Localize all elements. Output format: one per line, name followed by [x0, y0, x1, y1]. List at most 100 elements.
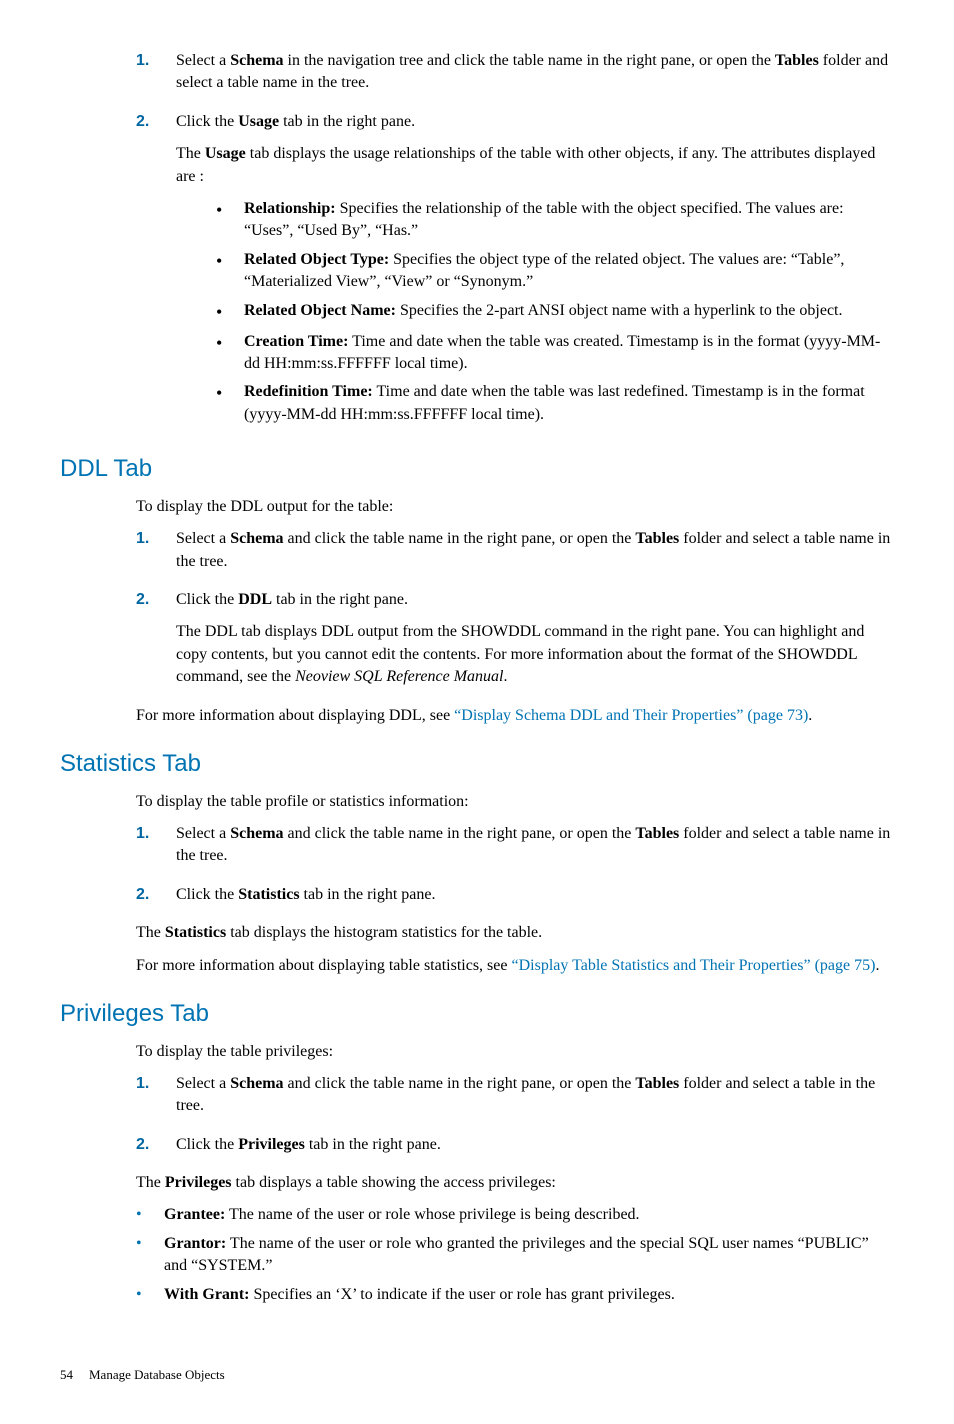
attr-label: Grantor: [164, 1235, 226, 1252]
text: and click the table name in the right pa… [284, 825, 636, 842]
stats-more-info: For more information about displaying ta… [136, 955, 894, 977]
step-number: 2. [136, 884, 176, 916]
step-2: 2. Click the Usage tab in the right pane… [136, 111, 894, 432]
text: The DDL tab displays DDL output from the… [176, 623, 864, 685]
list-item: • Grantee: The name of the user or role … [136, 1204, 894, 1226]
step-1: 1. Select a Schema and click the table n… [136, 528, 894, 583]
list-item: • With Grant: Specifies an ‘X’ to indica… [136, 1284, 894, 1306]
step-2: 2. Click the DDL tab in the right pane. … [136, 589, 894, 699]
text: For more information about displaying ta… [136, 957, 511, 974]
attr-text: The name of the user or role who granted… [164, 1235, 869, 1274]
attr-label: Grantee: [164, 1206, 225, 1223]
bullet-icon: • [216, 381, 244, 426]
ordered-list-stats: 1. Select a Schema and click the table n… [136, 823, 894, 916]
link-display-table-stats[interactable]: “Display Table Statistics and Their Prop… [511, 957, 875, 974]
step-body: Select a Schema in the navigation tree a… [176, 50, 894, 105]
ddl-intro: To display the DDL output for the table: [136, 496, 894, 518]
bold-tables: Tables [635, 825, 679, 842]
attr-label: Creation Time: [244, 333, 348, 350]
bold-tables: Tables [635, 1075, 679, 1092]
step-body: Select a Schema and click the table name… [176, 823, 894, 878]
heading-privileges-tab: Privileges Tab [60, 997, 894, 1031]
text: tab displays a table showing the access … [232, 1174, 556, 1191]
text: tab in the right pane. [272, 591, 408, 608]
attr-label: Related Object Name: [244, 302, 396, 319]
text: and click the table name in the right pa… [284, 1075, 636, 1092]
text: For more information about displaying DD… [136, 707, 454, 724]
text: Click the [176, 591, 238, 608]
bullet-icon: • [216, 300, 244, 325]
list-item: • Relationship: Specifies the relationsh… [216, 198, 894, 243]
bullet-icon: • [216, 331, 244, 376]
bold-usage: Usage [238, 113, 279, 130]
step-1: 1. Select a Schema and click the table n… [136, 823, 894, 878]
page-footer: 54 Manage Database Objects [60, 1366, 894, 1384]
link-display-schema-ddl[interactable]: “Display Schema DDL and Their Properties… [454, 707, 808, 724]
usage-attribute-list: • Relationship: Specifies the relationsh… [176, 198, 894, 426]
text: . [808, 707, 812, 724]
page-number: 54 [60, 1366, 73, 1384]
text: tab in the right pane. [305, 1136, 441, 1153]
step-number: 1. [136, 50, 176, 105]
list-item: • Redefinition Time: Time and date when … [216, 381, 894, 426]
document-page: 1. Select a Schema in the navigation tre… [0, 0, 954, 1424]
heading-ddl-tab: DDL Tab [60, 452, 894, 486]
step-2: 2. Click the Statistics tab in the right… [136, 884, 894, 916]
chapter-title: Manage Database Objects [89, 1366, 225, 1384]
text: and click the table name in the right pa… [284, 530, 636, 547]
text: Click the [176, 113, 238, 130]
bold-statistics: Statistics [165, 924, 226, 941]
ordered-list-priv: 1. Select a Schema and click the table n… [136, 1073, 894, 1166]
italic-manual: Neoview SQL Reference Manual [295, 668, 503, 685]
step-body: Select a Schema and click the table name… [176, 528, 894, 583]
attr-text: Specifies an ‘X’ to indicate if the user… [249, 1286, 674, 1303]
step-body: Click the Usage tab in the right pane. T… [176, 111, 894, 432]
attr-label: Relationship: [244, 200, 336, 217]
text: . [875, 957, 879, 974]
text: The [176, 145, 205, 162]
text: in the navigation tree and click the tab… [284, 52, 775, 69]
privileges-attribute-list: • Grantee: The name of the user or role … [136, 1204, 894, 1306]
bold-schema: Schema [230, 52, 283, 69]
bold-ddl: DDL [238, 591, 272, 608]
step-number: 1. [136, 823, 176, 878]
step-number: 2. [136, 589, 176, 699]
text: The [136, 1174, 165, 1191]
bullet-icon: • [216, 198, 244, 243]
step-1: 1. Select a Schema in the navigation tre… [136, 50, 894, 105]
attr-label: With Grant: [164, 1286, 249, 1303]
text: tab displays the usage relationships of … [176, 145, 875, 184]
step-body: Click the DDL tab in the right pane. The… [176, 589, 894, 699]
list-item: • Creation Time: Time and date when the … [216, 331, 894, 376]
step-body: Select a Schema and click the table name… [176, 1073, 894, 1128]
step-number: 2. [136, 1134, 176, 1166]
bold-tables: Tables [635, 530, 679, 547]
bullet-icon: • [136, 1284, 164, 1306]
text: tab in the right pane. [279, 113, 415, 130]
text: Click the [176, 886, 238, 903]
bullet-icon: • [136, 1204, 164, 1226]
bullet-icon: • [216, 249, 244, 294]
priv-desc: The Privileges tab displays a table show… [136, 1172, 894, 1194]
step-body: Click the Privileges tab in the right pa… [176, 1134, 894, 1166]
attr-text: Specifies the 2-part ANSI object name wi… [396, 302, 843, 319]
text: . [503, 668, 507, 685]
step-1: 1. Select a Schema and click the table n… [136, 1073, 894, 1128]
text: Select a [176, 825, 230, 842]
bold-privileges: Privileges [165, 1174, 232, 1191]
ordered-list-ddl: 1. Select a Schema and click the table n… [136, 528, 894, 698]
list-item: • Related Object Name: Specifies the 2-p… [216, 300, 894, 325]
list-item: • Related Object Type: Specifies the obj… [216, 249, 894, 294]
bold-tables: Tables [775, 52, 819, 69]
bold-schema: Schema [230, 1075, 283, 1092]
attr-text: The name of the user or role whose privi… [225, 1206, 639, 1223]
ordered-list-usage: 1. Select a Schema in the navigation tre… [136, 50, 894, 432]
step-number: 1. [136, 528, 176, 583]
text: tab displays the histogram statistics fo… [226, 924, 542, 941]
step-body: Click the Statistics tab in the right pa… [176, 884, 894, 916]
text: Select a [176, 1075, 230, 1092]
text: Select a [176, 530, 230, 547]
heading-statistics-tab: Statistics Tab [60, 747, 894, 781]
bold-privileges: Privileges [238, 1136, 305, 1153]
attr-label: Related Object Type: [244, 251, 389, 268]
